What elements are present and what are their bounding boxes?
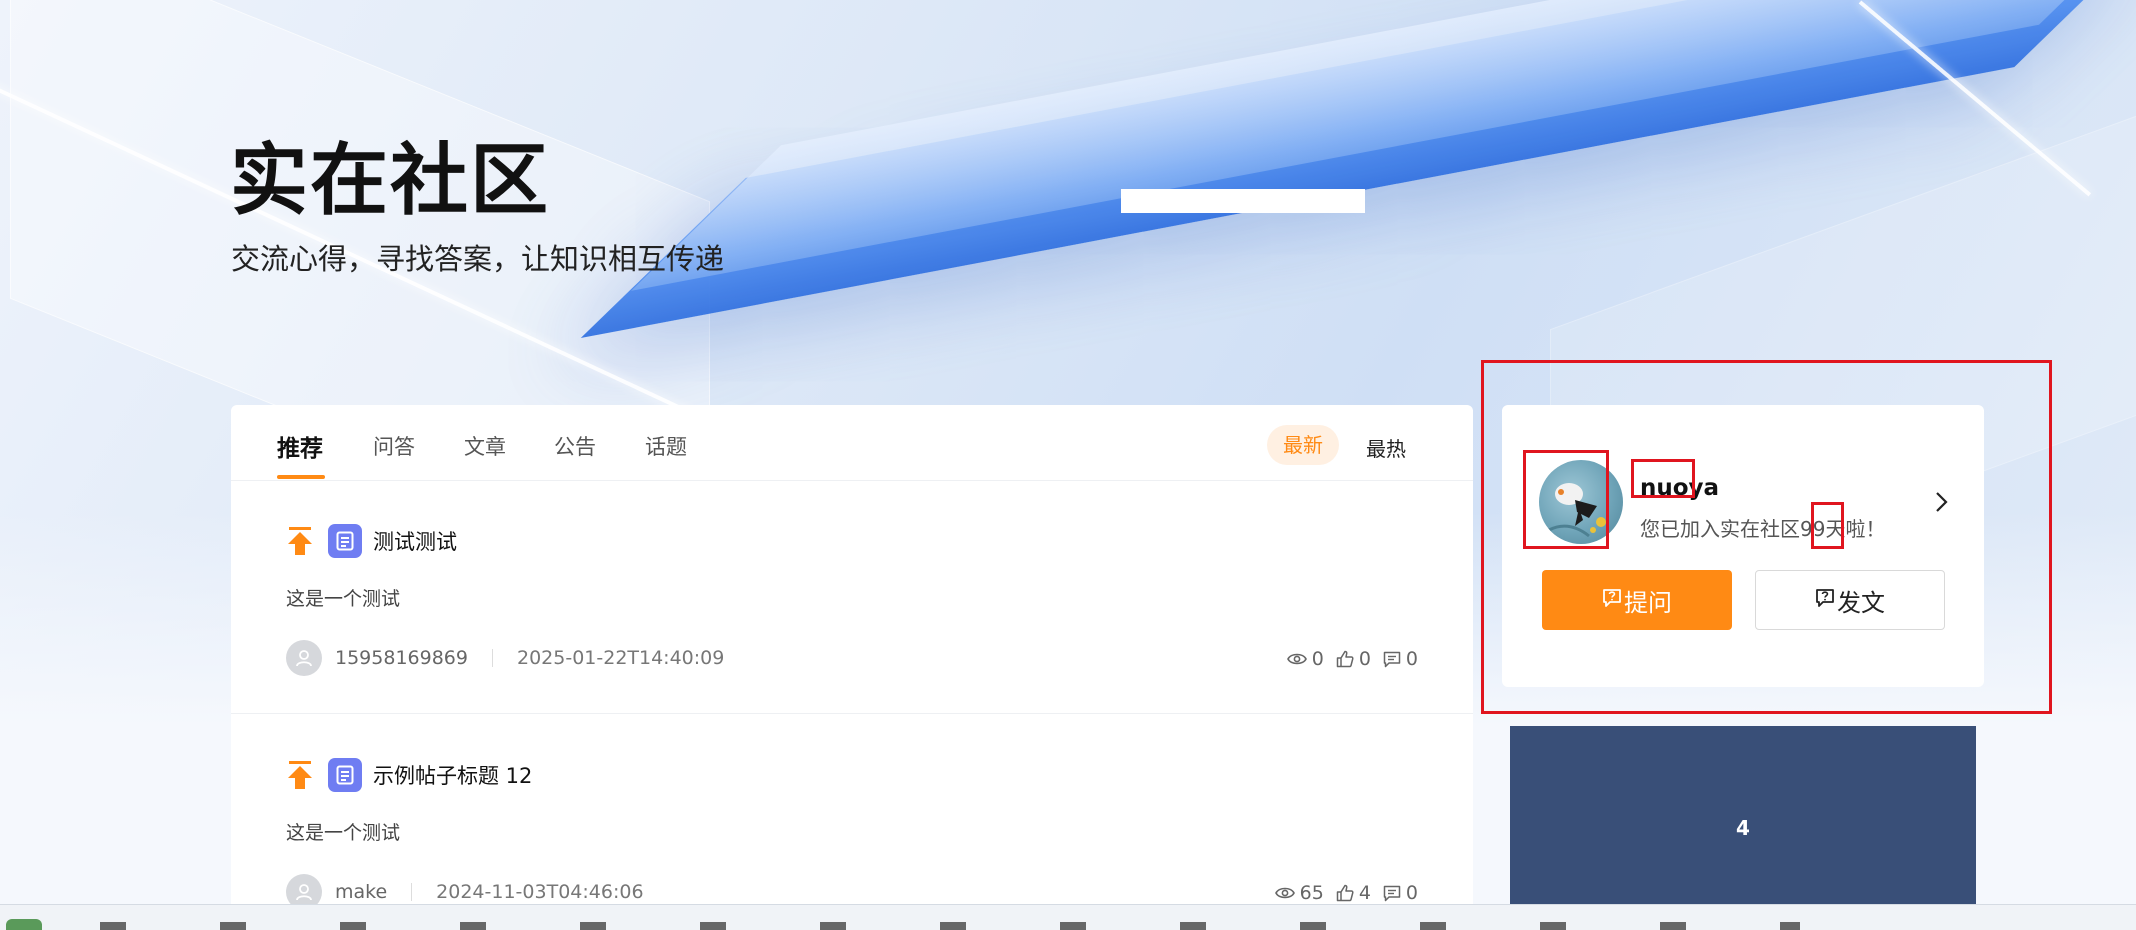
tab-recommended[interactable]: 推荐 xyxy=(277,429,323,463)
comments-count: 0 xyxy=(1405,648,1418,670)
post-author[interactable]: 15958169869 xyxy=(335,647,468,669)
promo-banner[interactable]: 4 xyxy=(1510,726,1976,930)
thumbs-up-icon xyxy=(1336,650,1354,668)
ask-button-label: 提问 xyxy=(1624,588,1672,617)
likes-stat[interactable]: 4 xyxy=(1336,882,1371,904)
app-logo-icon[interactable] xyxy=(6,919,42,930)
comments-stat[interactable]: 0 xyxy=(1383,882,1418,904)
views-count: 0 xyxy=(1311,648,1324,670)
ask-question-button[interactable]: 提问 xyxy=(1542,570,1732,630)
feed-tabs: 推荐 问答 文章 公告 话题 最新 最热 xyxy=(231,405,1473,481)
views-stat: 0 xyxy=(1286,648,1324,670)
post-header: 测试测试 xyxy=(286,524,457,558)
post-item[interactable]: 测试测试 这是一个测试 15958169869 2025-01-22T14:40… xyxy=(231,482,1473,714)
arrow-up-to-top-icon xyxy=(286,526,314,556)
divider xyxy=(491,649,493,667)
post-title[interactable]: 测试测试 xyxy=(373,526,457,556)
chevron-right-icon[interactable] xyxy=(1930,489,1952,515)
post-date: 2025-01-22T14:40:09 xyxy=(516,647,725,669)
post-excerpt: 这是一个测试 xyxy=(286,588,401,610)
document-icon xyxy=(328,758,362,792)
tab-articles[interactable]: 文章 xyxy=(464,431,506,461)
user-name[interactable]: nuoya xyxy=(1640,475,1719,501)
divider xyxy=(411,883,413,901)
page-title: 实在社区 xyxy=(230,136,551,226)
comment-icon xyxy=(1383,651,1401,667)
likes-stat[interactable]: 0 xyxy=(1336,648,1371,670)
post-excerpt: 这是一个测试 xyxy=(286,822,401,844)
sort-latest-button[interactable]: 最新 xyxy=(1267,425,1339,465)
tab-qa[interactable]: 问答 xyxy=(373,431,415,461)
question-icon xyxy=(1815,588,1835,613)
arrow-up-to-top-icon xyxy=(286,760,314,790)
sort-hot-button[interactable]: 最热 xyxy=(1366,433,1406,462)
avatar[interactable] xyxy=(286,640,322,676)
write-post-button[interactable]: 发文 xyxy=(1755,570,1945,630)
tab-announcements[interactable]: 公告 xyxy=(554,431,596,461)
post-stats: 0 0 0 xyxy=(1275,648,1418,670)
taskbar-items xyxy=(100,922,1800,930)
document-icon xyxy=(328,524,362,558)
comments-stat[interactable]: 0 xyxy=(1383,648,1418,670)
page-subtitle: 交流心得，寻找答案，让知识相互传递 xyxy=(231,242,725,276)
post-meta: 15958169869 2025-01-22T14:40:09 xyxy=(286,640,724,676)
taskbar xyxy=(0,904,2136,930)
likes-count: 0 xyxy=(1358,648,1371,670)
post-feed: 推荐 问答 文章 公告 话题 最新 最热 测试测试 这是一个测试 1595816… xyxy=(231,405,1473,930)
comment-icon xyxy=(1383,885,1401,901)
post-stats: 65 4 0 xyxy=(1263,882,1418,904)
active-tab-indicator xyxy=(277,475,325,479)
post-title[interactable]: 示例帖子标题 12 xyxy=(373,760,532,790)
comments-count: 0 xyxy=(1405,882,1418,904)
post-author[interactable]: make xyxy=(335,881,387,903)
views-count: 65 xyxy=(1299,882,1324,904)
thumbs-up-icon xyxy=(1336,884,1354,902)
post-header: 示例帖子标题 12 xyxy=(286,758,532,792)
post-date: 2024-11-03T04:46:06 xyxy=(436,881,644,903)
white-bar xyxy=(1121,189,1365,213)
avatar[interactable] xyxy=(1539,460,1623,544)
user-card: nuoya 您已加入实在社区99天啦！ 提问 发文 xyxy=(1502,405,1984,687)
tab-topics[interactable]: 话题 xyxy=(645,431,687,461)
question-icon xyxy=(1602,588,1622,613)
membership-text: 您已加入实在社区99天啦！ xyxy=(1640,517,1886,541)
likes-count: 4 xyxy=(1358,882,1371,904)
post-button-label: 发文 xyxy=(1837,588,1885,617)
post-item[interactable]: 示例帖子标题 12 这是一个测试 make 2024-11-03T04:46:0… xyxy=(231,716,1473,930)
eye-icon xyxy=(1274,887,1295,899)
views-stat: 65 xyxy=(1274,882,1324,904)
eye-icon xyxy=(1286,653,1307,665)
